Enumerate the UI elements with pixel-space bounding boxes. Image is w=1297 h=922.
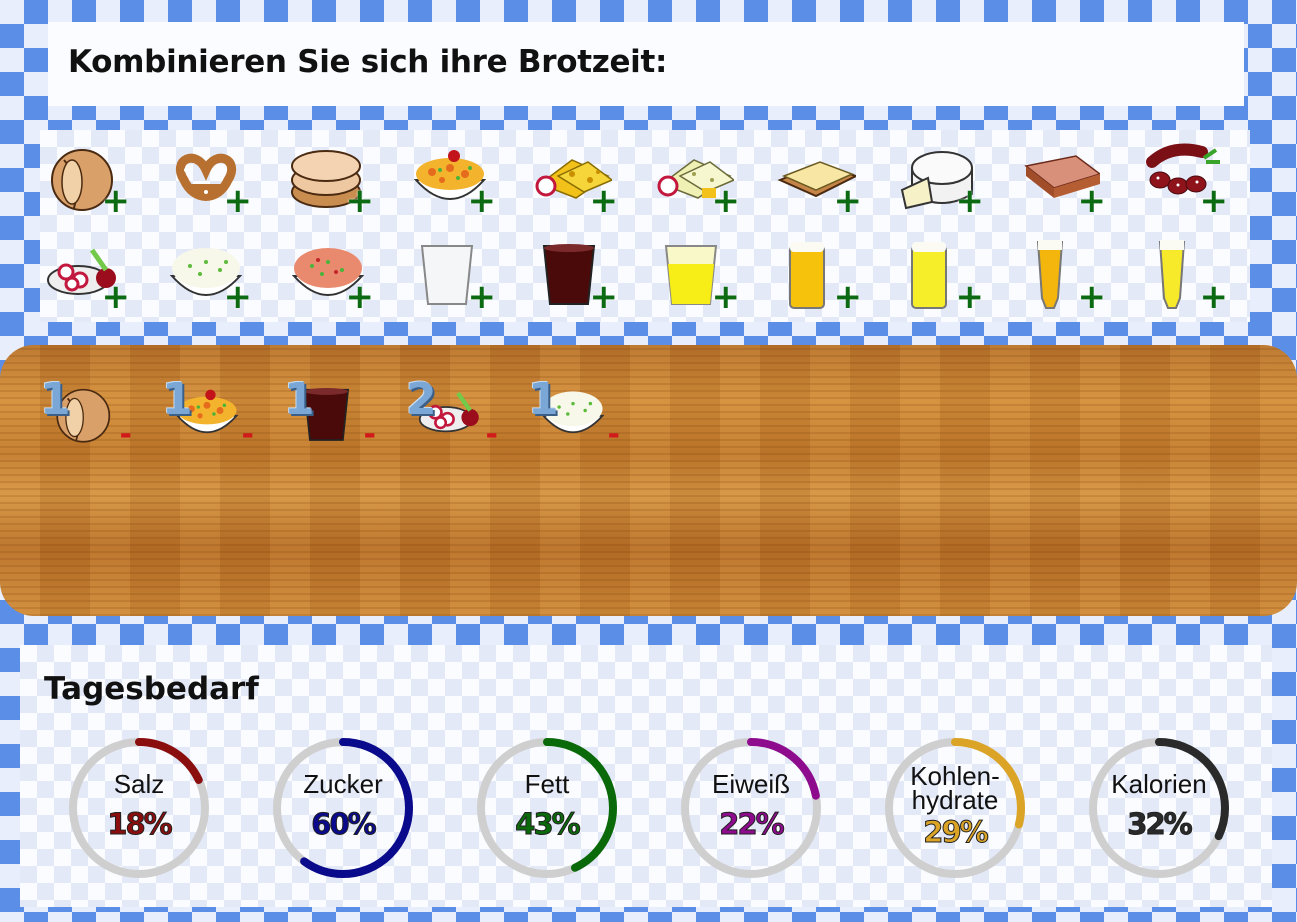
menu-item-wasser[interactable]: + — [410, 236, 500, 316]
food-selection-panel: + + + + + + + + + + + + + + + + + + + + — [40, 130, 1250, 322]
add-icon[interactable]: + — [346, 280, 375, 314]
daily-needs-title: Tagesbedarf — [44, 671, 259, 707]
add-icon[interactable]: + — [346, 184, 375, 218]
add-icon[interactable]: + — [224, 280, 253, 314]
menu-item-camembert[interactable]: + — [898, 140, 988, 220]
remove-icon[interactable]: - — [120, 420, 132, 450]
gauge-eiweiß: Eiweiß 22% — [676, 733, 826, 883]
gauge-label: hydrate — [911, 785, 999, 815]
quantity-label: 1 — [284, 374, 315, 425]
add-icon[interactable]: + — [712, 280, 741, 314]
menu-item-kaese[interactable]: + — [532, 140, 622, 220]
menu-item-cola[interactable]: + — [532, 236, 622, 316]
add-icon[interactable]: + — [468, 184, 497, 218]
table-item-wurstsalat[interactable]: 1- — [162, 375, 258, 461]
menu-item-brot[interactable]: + — [288, 140, 378, 220]
gauge-label: Eiweiß — [711, 769, 790, 799]
add-icon[interactable]: + — [1200, 280, 1229, 314]
food-item-grid: + + + + + + + + + + + + + + + + + + + + — [40, 130, 1254, 322]
add-icon[interactable]: + — [224, 184, 253, 218]
gauge-label: Zucker — [303, 769, 383, 799]
gauge-label: Kalorien — [1111, 769, 1207, 799]
menu-item-bier-hell[interactable]: + — [776, 236, 866, 316]
menu-item-weissbier[interactable]: + — [1020, 236, 1110, 316]
add-icon[interactable]: + — [590, 184, 619, 218]
remove-icon[interactable]: - — [364, 420, 376, 450]
quantity-label: 1 — [528, 374, 559, 425]
menu-item-butterbrot[interactable]: + — [776, 140, 866, 220]
table-item-cola[interactable]: 1- — [284, 375, 380, 461]
gauge-percent: 60% — [311, 807, 377, 841]
add-icon[interactable]: + — [102, 280, 131, 314]
remove-icon[interactable]: - — [608, 420, 620, 450]
daily-needs-panel: Tagesbedarf Salz 18% Zucker 60% Fett 43% Ei… — [20, 645, 1272, 907]
add-icon[interactable]: + — [834, 184, 863, 218]
add-icon[interactable]: + — [102, 184, 131, 218]
table-item-obatzda-weiss[interactable]: 1- — [528, 375, 624, 461]
menu-item-limo[interactable]: + — [654, 236, 744, 316]
menu-item-radi[interactable]: + — [44, 236, 134, 316]
add-icon[interactable]: + — [834, 280, 863, 314]
remove-icon[interactable]: - — [242, 420, 254, 450]
gauge-salz: Salz 18% — [64, 733, 214, 883]
menu-item-salami[interactable]: + — [1142, 140, 1232, 220]
menu-item-brezn[interactable]: + — [166, 140, 256, 220]
add-icon[interactable]: + — [468, 280, 497, 314]
gauge-label: Salz — [113, 769, 165, 799]
add-icon[interactable]: + — [590, 280, 619, 314]
menu-item-bier-radler[interactable]: + — [898, 236, 988, 316]
add-icon[interactable]: + — [1078, 184, 1107, 218]
menu-item-weissbier-hell[interactable]: + — [1142, 236, 1232, 316]
table-item-radi[interactable]: 2- — [406, 375, 502, 461]
remove-icon[interactable]: - — [486, 420, 498, 450]
gauge-percent: 43% — [515, 807, 581, 841]
add-icon[interactable]: + — [1200, 184, 1229, 218]
add-icon[interactable]: + — [956, 184, 985, 218]
gauge-percent: 22% — [719, 807, 785, 841]
add-icon[interactable]: + — [712, 184, 741, 218]
quantity-label: 1 — [40, 374, 71, 425]
gauge-label: Fett — [524, 769, 570, 799]
brotzeit-table: 1-1-1-2-1- — [0, 345, 1297, 616]
gauge-kalorien: Kalorien 32% — [1084, 733, 1234, 883]
add-icon[interactable]: + — [956, 280, 985, 314]
title-panel: Kombinieren Sie sich ihre Brotzeit: — [48, 22, 1244, 106]
table-item-semmel[interactable]: 1- — [40, 375, 136, 461]
menu-item-wurstsalat[interactable]: + — [410, 140, 500, 220]
gauge-zucker: Zucker 60% — [268, 733, 418, 883]
quantity-label: 1 — [162, 374, 193, 425]
gauge-kohlenhydrate: Kohlen- hydrate 29% — [880, 733, 1030, 883]
menu-item-leberkaese[interactable]: + — [1020, 140, 1110, 220]
gauge-fett: Fett 43% — [472, 733, 622, 883]
menu-item-kaese-hell[interactable]: + — [654, 140, 744, 220]
gauge-percent: 18% — [107, 807, 173, 841]
menu-item-obatzda[interactable]: + — [288, 236, 378, 316]
menu-item-obatzda-weiss[interactable]: + — [166, 236, 256, 316]
add-icon[interactable]: + — [1078, 280, 1107, 314]
gauge-percent: 32% — [1127, 807, 1193, 841]
menu-item-semmel[interactable]: + — [44, 140, 134, 220]
gauge-percent: 29% — [923, 815, 989, 849]
quantity-label: 2 — [406, 374, 437, 425]
page-title: Kombinieren Sie sich ihre Brotzeit: — [68, 44, 668, 80]
